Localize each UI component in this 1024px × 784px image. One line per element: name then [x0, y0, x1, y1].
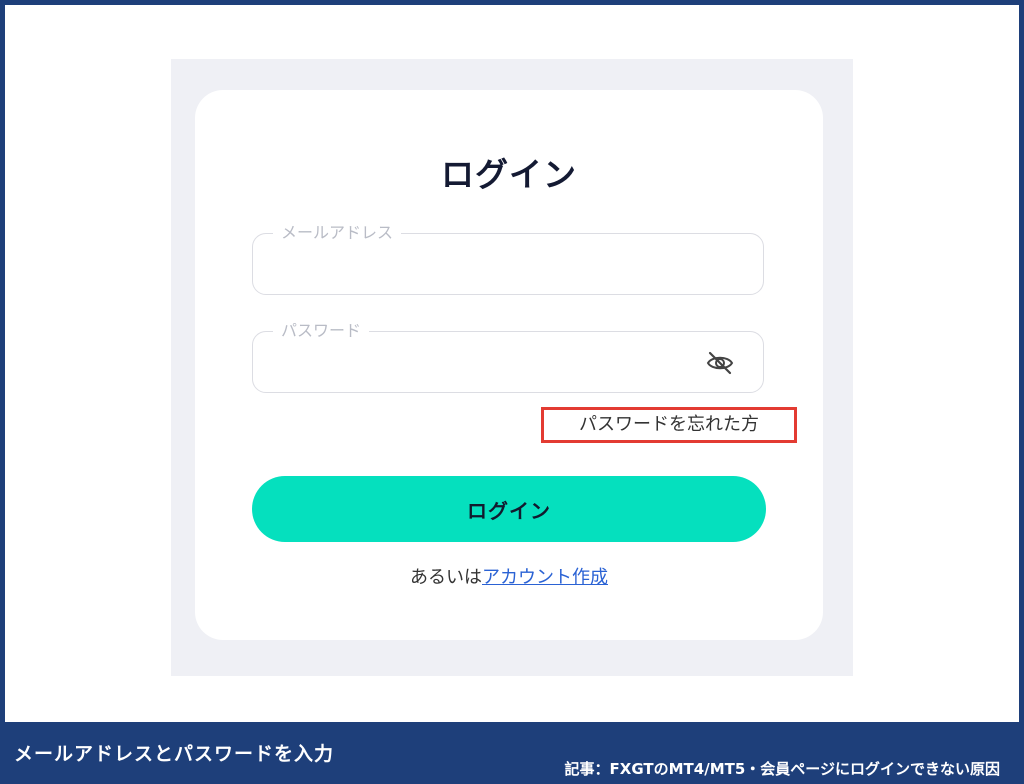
caption-left-text: メールアドレスとパスワードを入力 — [14, 743, 335, 765]
login-page-background: ログイン メールアドレス パスワード パスワードを忘れた方 ログイン あるいはア… — [171, 59, 853, 676]
signup-prefix-text: あるいは — [410, 567, 482, 588]
email-input[interactable] — [269, 246, 693, 284]
caption-right-text: 記事：FXGTのMT4/MT5・会員ページにログインできない原因 — [564, 760, 1000, 778]
email-field-label: メールアドレス — [273, 223, 402, 243]
password-input[interactable] — [269, 344, 693, 382]
create-account-link[interactable]: アカウント作成 — [482, 567, 608, 588]
password-field[interactable]: パスワード — [252, 321, 764, 393]
signup-row: あるいはアカウント作成 — [195, 563, 823, 589]
eye-slash-icon[interactable] — [705, 350, 735, 376]
screenshot-canvas: ログイン メールアドレス パスワード パスワードを忘れた方 ログイン あるいはア… — [5, 5, 1019, 722]
login-title: ログイン — [441, 155, 577, 194]
password-field-label: パスワード — [273, 321, 370, 341]
login-card: ログイン メールアドレス パスワード パスワードを忘れた方 ログイン あるいはア… — [195, 90, 823, 640]
forgot-password-link[interactable]: パスワードを忘れた方 — [541, 407, 797, 443]
login-button[interactable]: ログイン — [252, 476, 766, 542]
email-field[interactable]: メールアドレス — [252, 223, 764, 295]
screenshot-frame: ログイン メールアドレス パスワード パスワードを忘れた方 ログイン あるいはア… — [0, 0, 1024, 784]
